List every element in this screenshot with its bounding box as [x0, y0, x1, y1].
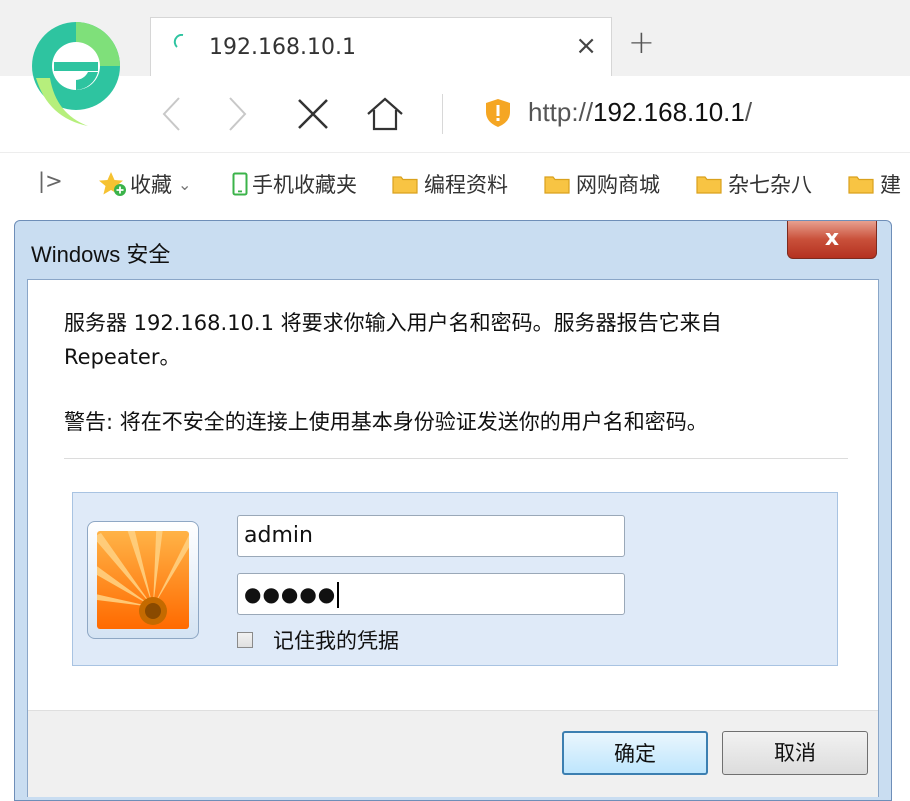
mobile-label: 手机收藏夹 [252, 173, 357, 197]
bookmark-mobile[interactable]: 手机收藏夹 [232, 169, 357, 199]
back-button[interactable] [153, 76, 189, 152]
tab-title: 192.168.10.1 [209, 35, 356, 60]
divider [64, 458, 848, 459]
favorites-label: 收藏 [130, 173, 172, 197]
dialog-close-button[interactable]: x [787, 221, 877, 259]
address-bar[interactable]: http://192.168.10.1/ [528, 97, 752, 128]
windows-security-dialog: Windows 安全 x 服务器 192.168.10.1 将要求你输入用户名和… [14, 220, 892, 801]
toolbar-divider [442, 94, 443, 134]
forward-button[interactable] [220, 76, 256, 152]
bookmark-folder[interactable]: 杂七杂八 [696, 169, 812, 199]
folder-icon [392, 176, 418, 194]
phone-icon [232, 172, 248, 196]
bookmark-folder[interactable]: 编程资料 [392, 169, 508, 199]
remember-credentials[interactable]: 记住我的凭据 [237, 625, 399, 655]
bookmark-favorites[interactable]: 收藏 ⌄ [98, 169, 191, 199]
close-icon [298, 99, 328, 129]
cancel-button[interactable]: 取消 [722, 731, 868, 775]
dialog-title: Windows 安全 [31, 242, 171, 267]
remember-label: 记住我的凭据 [273, 629, 399, 653]
bookmark-folder[interactable]: 网购商城 [544, 169, 660, 199]
navigation-bar: http://192.168.10.1/ [0, 76, 910, 152]
home-icon [367, 97, 403, 131]
dialog-message: 服务器 192.168.10.1 将要求你输入用户名和密码。服务器报告它来自 R… [64, 311, 722, 369]
credential-panel: admin ●●●●● 记住我的凭据 [72, 492, 838, 666]
tab-active[interactable]: 192.168.10.1 × [150, 17, 612, 78]
ok-button[interactable]: 确定 [562, 731, 708, 775]
browser-logo-icon[interactable] [28, 18, 128, 128]
remember-checkbox[interactable] [237, 632, 253, 648]
folder-icon [848, 176, 874, 194]
home-button[interactable] [360, 76, 410, 152]
dialog-footer: 确定 取消 [28, 710, 878, 797]
chevron-right-icon [229, 97, 247, 131]
folder-label: 编程资料 [424, 173, 508, 197]
username-field[interactable]: admin [237, 515, 625, 557]
flower-avatar-icon [97, 531, 189, 629]
stop-button[interactable] [290, 76, 336, 152]
tab-strip: 192.168.10.1 × + [0, 0, 910, 126]
folder-icon [544, 176, 570, 194]
tab-close-icon[interactable]: × [575, 31, 597, 61]
user-avatar [87, 521, 199, 639]
url-scheme: http:// [528, 97, 594, 127]
bookmark-folder[interactable]: 建 [848, 169, 901, 199]
security-warning-icon[interactable] [484, 98, 512, 128]
password-field[interactable]: ●●●●● [237, 573, 625, 615]
loading-spinner-icon [173, 34, 184, 48]
text-caret [337, 582, 340, 608]
sidebar-toggle-icon[interactable]: |> [38, 169, 63, 193]
dialog-body: 服务器 192.168.10.1 将要求你输入用户名和密码。服务器报告它来自 R… [27, 279, 879, 797]
url-host: 192.168.10.1 [593, 97, 745, 127]
chevron-down-icon: ⌄ [178, 174, 192, 194]
folder-label: 建 [880, 173, 901, 197]
new-tab-button[interactable]: + [628, 23, 655, 61]
folder-icon [696, 176, 722, 194]
chevron-left-icon [162, 97, 180, 131]
star-icon [99, 172, 126, 196]
folder-label: 网购商城 [576, 173, 660, 197]
dialog-warning: 警告: 将在不安全的连接上使用基本身份验证发送你的用户名和密码。 [64, 410, 708, 434]
folder-label: 杂七杂八 [728, 173, 812, 197]
bookmarks-bar: |> 收藏 ⌄ 手机收藏夹 编程资料 网购商城 杂七杂八 建 [0, 152, 910, 213]
url-trail: / [744, 97, 753, 127]
password-mask: ●●●●● [244, 582, 337, 606]
